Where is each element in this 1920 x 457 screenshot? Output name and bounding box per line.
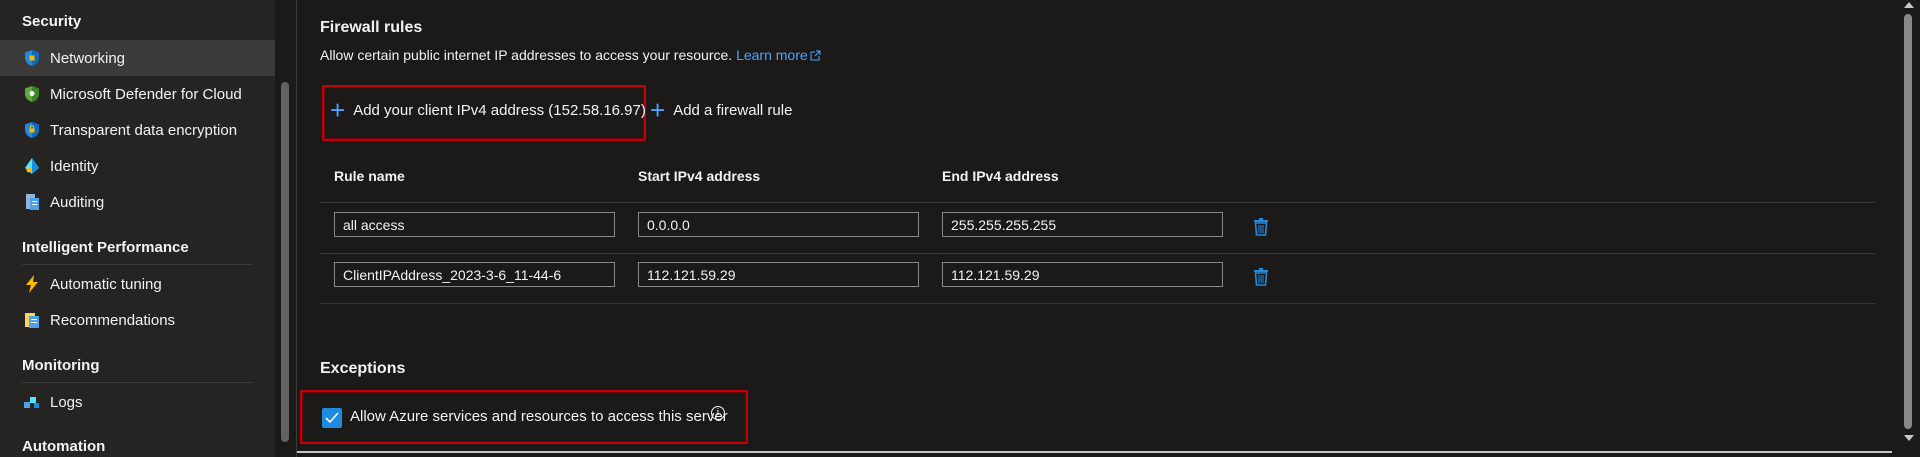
start-ip-input[interactable] xyxy=(638,212,919,237)
sidebar-item-label: Recommendations xyxy=(50,311,176,329)
sidebar-item-label: Transparent data encryption xyxy=(50,121,238,139)
sidebar-section-automation: Automation xyxy=(22,438,106,455)
sidebar-divider xyxy=(22,264,253,265)
recommendations-icon xyxy=(22,310,42,330)
delete-rule-button[interactable] xyxy=(1253,218,1271,238)
divider xyxy=(296,0,297,457)
sidebar-item-identity[interactable]: Identity xyxy=(0,148,275,184)
add-client-ip-button[interactable]: + Add your client IPv4 address (152.58.1… xyxy=(330,95,646,125)
end-ip-input[interactable] xyxy=(942,262,1223,287)
sidebar-item-label: Automatic tuning xyxy=(50,275,162,293)
delete-rule-button[interactable] xyxy=(1253,268,1271,288)
sidebar-item-label: Auditing xyxy=(50,193,105,211)
scroll-up-icon[interactable] xyxy=(1904,2,1914,8)
rule-name-input[interactable] xyxy=(334,212,615,237)
logs-icon xyxy=(22,392,42,412)
learn-more-link[interactable]: Learn more xyxy=(736,47,821,63)
external-link-icon xyxy=(810,50,821,61)
scroll-down-icon[interactable] xyxy=(1904,435,1914,441)
info-icon[interactable]: i xyxy=(711,406,725,420)
checkmark-icon xyxy=(325,412,339,424)
encryption-shield-icon xyxy=(22,120,42,140)
lightning-icon xyxy=(22,274,42,294)
firewall-rules-title: Firewall rules xyxy=(320,19,423,36)
allow-azure-label[interactable]: Allow Azure services and resources to ac… xyxy=(350,408,728,425)
sidebar-item-automatic-tuning[interactable]: Automatic tuning xyxy=(0,266,275,302)
plus-icon: + xyxy=(330,95,346,125)
scrollbar-thumb[interactable] xyxy=(1904,14,1912,429)
end-ip-input[interactable] xyxy=(942,212,1223,237)
bottom-border xyxy=(297,451,1892,453)
networking-shield-icon xyxy=(22,48,42,68)
identity-icon xyxy=(22,156,42,176)
allow-azure-checkbox[interactable] xyxy=(322,408,342,428)
table-divider xyxy=(320,253,1875,254)
sidebar-item-label: Microsoft Defender for Cloud xyxy=(50,85,242,103)
add-firewall-rule-label: Add a firewall rule xyxy=(673,101,793,119)
sidebar-scrollbar-thumb[interactable] xyxy=(281,82,289,442)
sidebar-item-label: Logs xyxy=(50,393,83,411)
sidebar-section-intelligent-performance: Intelligent Performance xyxy=(22,239,189,256)
sidebar-section-monitoring: Monitoring xyxy=(22,357,100,374)
add-client-ip-label: Add your client IPv4 address (152.58.16.… xyxy=(353,101,646,119)
auditing-icon xyxy=(22,192,42,212)
sidebar-item-defender[interactable]: Microsoft Defender for Cloud xyxy=(0,76,275,112)
trash-icon xyxy=(1254,218,1268,236)
column-header-end-ip: End IPv4 address xyxy=(942,168,1059,184)
plus-icon: + xyxy=(650,95,666,125)
sidebar-item-tde[interactable]: Transparent data encryption xyxy=(0,112,275,148)
sidebar-item-networking[interactable]: Networking xyxy=(0,40,275,76)
sidebar-item-label: Identity xyxy=(50,157,99,175)
sidebar-item-label: Networking xyxy=(50,49,126,67)
defender-shield-icon xyxy=(22,84,42,104)
learn-more-label: Learn more xyxy=(736,47,808,63)
rule-name-input[interactable] xyxy=(334,262,615,287)
firewall-rules-description: Allow certain public internet IP address… xyxy=(320,47,821,63)
table-divider xyxy=(320,303,1875,304)
column-header-rule-name: Rule name xyxy=(334,168,405,184)
column-header-start-ip: Start IPv4 address xyxy=(638,168,761,184)
sidebar-item-auditing[interactable]: Auditing xyxy=(0,184,275,220)
table-divider xyxy=(320,202,1875,203)
sidebar-item-recommendations[interactable]: Recommendations xyxy=(0,302,275,338)
sidebar-divider xyxy=(22,382,253,383)
trash-icon xyxy=(1254,268,1268,286)
sidebar-section-security: Security xyxy=(22,13,82,30)
add-firewall-rule-button[interactable]: + Add a firewall rule xyxy=(650,95,793,125)
start-ip-input[interactable] xyxy=(638,262,919,287)
exceptions-title: Exceptions xyxy=(320,360,406,377)
sidebar: Security Networking Microsoft Defender f… xyxy=(0,0,275,457)
sidebar-item-logs[interactable]: Logs xyxy=(0,384,275,420)
description-text: Allow certain public internet IP address… xyxy=(320,47,733,63)
